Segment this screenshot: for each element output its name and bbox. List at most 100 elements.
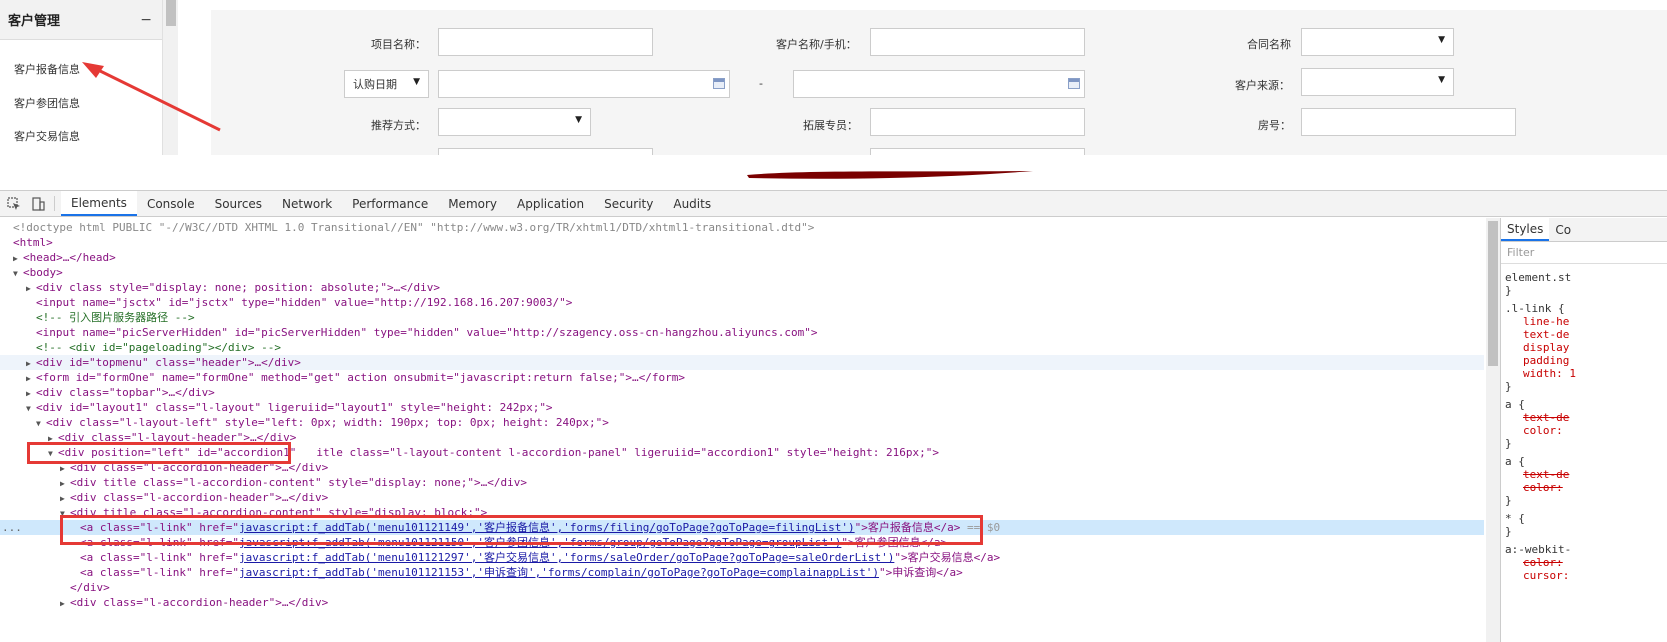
style-rule-line: .l-link { [1505,302,1565,315]
dom-node[interactable]: ▶ <div id="topmenu" class="header">…</div… [0,355,1484,370]
calendar-icon[interactable] [1068,78,1080,89]
expand-triangle-icon[interactable]: ▶ [26,281,36,296]
style-rule-line: a { [1505,398,1525,411]
collapse-icon[interactable]: − [140,12,152,28]
dom-node[interactable]: ▼ <div class="l-layout-left" style="left:… [0,415,1484,430]
purchase-date-select-value: 认购日期 [353,78,397,91]
menu-item-customer-trade[interactable]: 客户交易信息 [14,128,80,144]
style-prop-line[interactable]: color: [1523,424,1563,437]
dom-tree-scrollbar[interactable] [1486,218,1500,642]
tab-performance[interactable]: Performance [342,191,438,216]
style-prop-line[interactable]: display [1523,341,1569,354]
dom-node[interactable]: <!-- 引入图片服务器路径 --> [0,310,1484,325]
dom-node[interactable]: <a class="l-link" href="javascript:f_add… [0,550,1484,565]
dom-node[interactable]: <!-- <div id="pageloading"></div> --> [0,340,1484,355]
expand-triangle-icon[interactable]: ▶ [26,371,36,386]
customer-name-phone-input[interactable] [870,28,1085,56]
dom-node[interactable]: ▶ <head>…</head> [0,250,1484,265]
inspect-element-icon[interactable] [4,191,24,216]
style-prop-line[interactable]: width: 1 [1523,367,1576,380]
tab-styles[interactable]: Styles [1501,218,1550,241]
dom-node[interactable]: ▶ <div class="l-accordion-header">…</div> [0,595,1484,610]
dom-node[interactable]: <input name="jsctx" id="jsctx" type="hid… [0,295,1484,310]
left-scrollbar-thumb[interactable] [166,0,176,26]
tab-elements[interactable]: Elements [61,191,137,216]
accordion-title: 客户管理 [8,14,61,29]
date-start-input[interactable] [438,70,730,98]
expand-triangle-icon[interactable]: ▶ [26,356,36,371]
row4-input-1[interactable] [438,148,653,155]
expand-triangle-icon[interactable]: ▶ [60,596,70,611]
expand-triangle-icon[interactable]: ▶ [60,491,70,506]
style-prop-line[interactable]: text-de [1523,468,1569,481]
dom-node[interactable]: <input name="picServerHidden" id="picSer… [0,325,1484,340]
style-rule-line: } [1505,525,1512,538]
href-link[interactable]: javascript:f_addTab('menu101121297','客户交… [239,551,894,564]
more-options-icon[interactable]: ... [2,520,22,535]
expand-triangle-icon[interactable]: ▶ [60,476,70,491]
devtools-toolbar: Elements Console Sources Network Perform… [0,191,1667,217]
href-link[interactable]: javascript:f_addTab('menu101121153','申诉查… [239,566,879,579]
style-prop-line[interactable]: color: [1523,556,1563,569]
dom-tree-scrollbar-thumb[interactable] [1488,221,1498,366]
style-prop-line[interactable]: line-he [1523,315,1569,328]
style-prop-line[interactable]: text-de [1523,328,1569,341]
collapse-triangle-icon[interactable]: ▼ [26,401,36,416]
contract-name-select[interactable]: ▼ [1301,28,1454,56]
dom-node[interactable]: <html> [0,235,1484,250]
tab-security[interactable]: Security [594,191,663,216]
tab-audits[interactable]: Audits [663,191,721,216]
room-no-input[interactable] [1301,108,1516,136]
purchase-date-select[interactable]: 认购日期 ▼ [344,70,429,98]
expand-specialist-label: 拓展专员： [803,119,858,132]
style-rule-line: * { [1505,512,1525,525]
accordion-header[interactable]: 客户管理 − [0,0,162,40]
tab-network[interactable]: Network [272,191,342,216]
dom-node[interactable]: ▶ <div class="l-accordion-header">…</div> [0,490,1484,505]
dom-node[interactable]: <!doctype html PUBLIC "-//W3C//DTD XHTML… [0,220,1484,235]
customer-name-phone-label: 客户名称/手机： [776,38,857,51]
dom-node[interactable]: ▶ <div title class="l-accordion-content" … [0,475,1484,490]
style-prop-line[interactable]: cursor: [1523,569,1569,582]
project-name-label: 项目名称： [371,38,426,51]
collapse-triangle-icon[interactable]: ▼ [36,416,46,431]
dom-node[interactable]: <a class="l-link" href="javascript:f_add… [0,565,1484,580]
dom-node[interactable]: ▼ <div id="layout1" class="l-layout" lige… [0,400,1484,415]
devtools-panel: Elements Console Sources Network Perform… [0,190,1667,642]
recommend-method-label: 推荐方式： [371,119,426,132]
calendar-icon[interactable] [713,78,725,89]
style-prop-line[interactable]: padding [1523,354,1569,367]
dom-node[interactable]: </div> [0,580,1484,595]
recommend-method-select[interactable]: ▼ [438,108,591,136]
collapse-triangle-icon[interactable]: ▼ [13,266,23,281]
menu-item-customer-group[interactable]: 客户参团信息 [14,95,80,111]
tab-computed[interactable]: Co [1549,218,1577,241]
tab-application[interactable]: Application [507,191,594,216]
menu-item-customer-filing[interactable]: 客户报备信息 [14,61,80,77]
customer-source-select[interactable]: ▼ [1301,68,1454,96]
web-page-viewport: 客户管理 − 客户报备信息 客户参团信息 客户交易信息 项目名称： 客户名称/手… [0,0,1667,155]
expand-triangle-icon[interactable]: ▶ [26,386,36,401]
dom-node[interactable]: ▶ <div class="topbar">…</div> [0,385,1484,400]
tab-memory[interactable]: Memory [438,191,507,216]
dropdown-arrow-icon: ▼ [1438,75,1445,85]
styles-tabs: Styles Co [1501,218,1667,242]
tab-console[interactable]: Console [137,191,205,216]
dom-node[interactable]: ▶ <div class style="display: none; positi… [0,280,1484,295]
project-name-input[interactable] [438,28,653,56]
date-end-input[interactable] [793,70,1085,98]
style-prop-line[interactable]: color: [1523,481,1563,494]
contract-name-label: 合同名称 [1247,38,1291,51]
annotation-box-accordion1 [27,442,291,464]
styles-filter-input[interactable]: Filter [1501,242,1667,264]
dom-node[interactable]: ▼ <body> [0,265,1484,280]
style-prop-line[interactable]: text-de [1523,411,1569,424]
row4-input-2[interactable] [870,148,1085,155]
expand-triangle-icon[interactable]: ▶ [13,251,23,266]
dom-node[interactable]: ▶ <form id="formOne" name="formOne" metho… [0,370,1484,385]
tab-sources[interactable]: Sources [205,191,272,216]
device-toolbar-icon[interactable] [28,191,48,216]
expand-specialist-input[interactable] [870,108,1085,136]
annotation-arrow [82,62,221,132]
style-rule-line: } [1505,284,1512,297]
